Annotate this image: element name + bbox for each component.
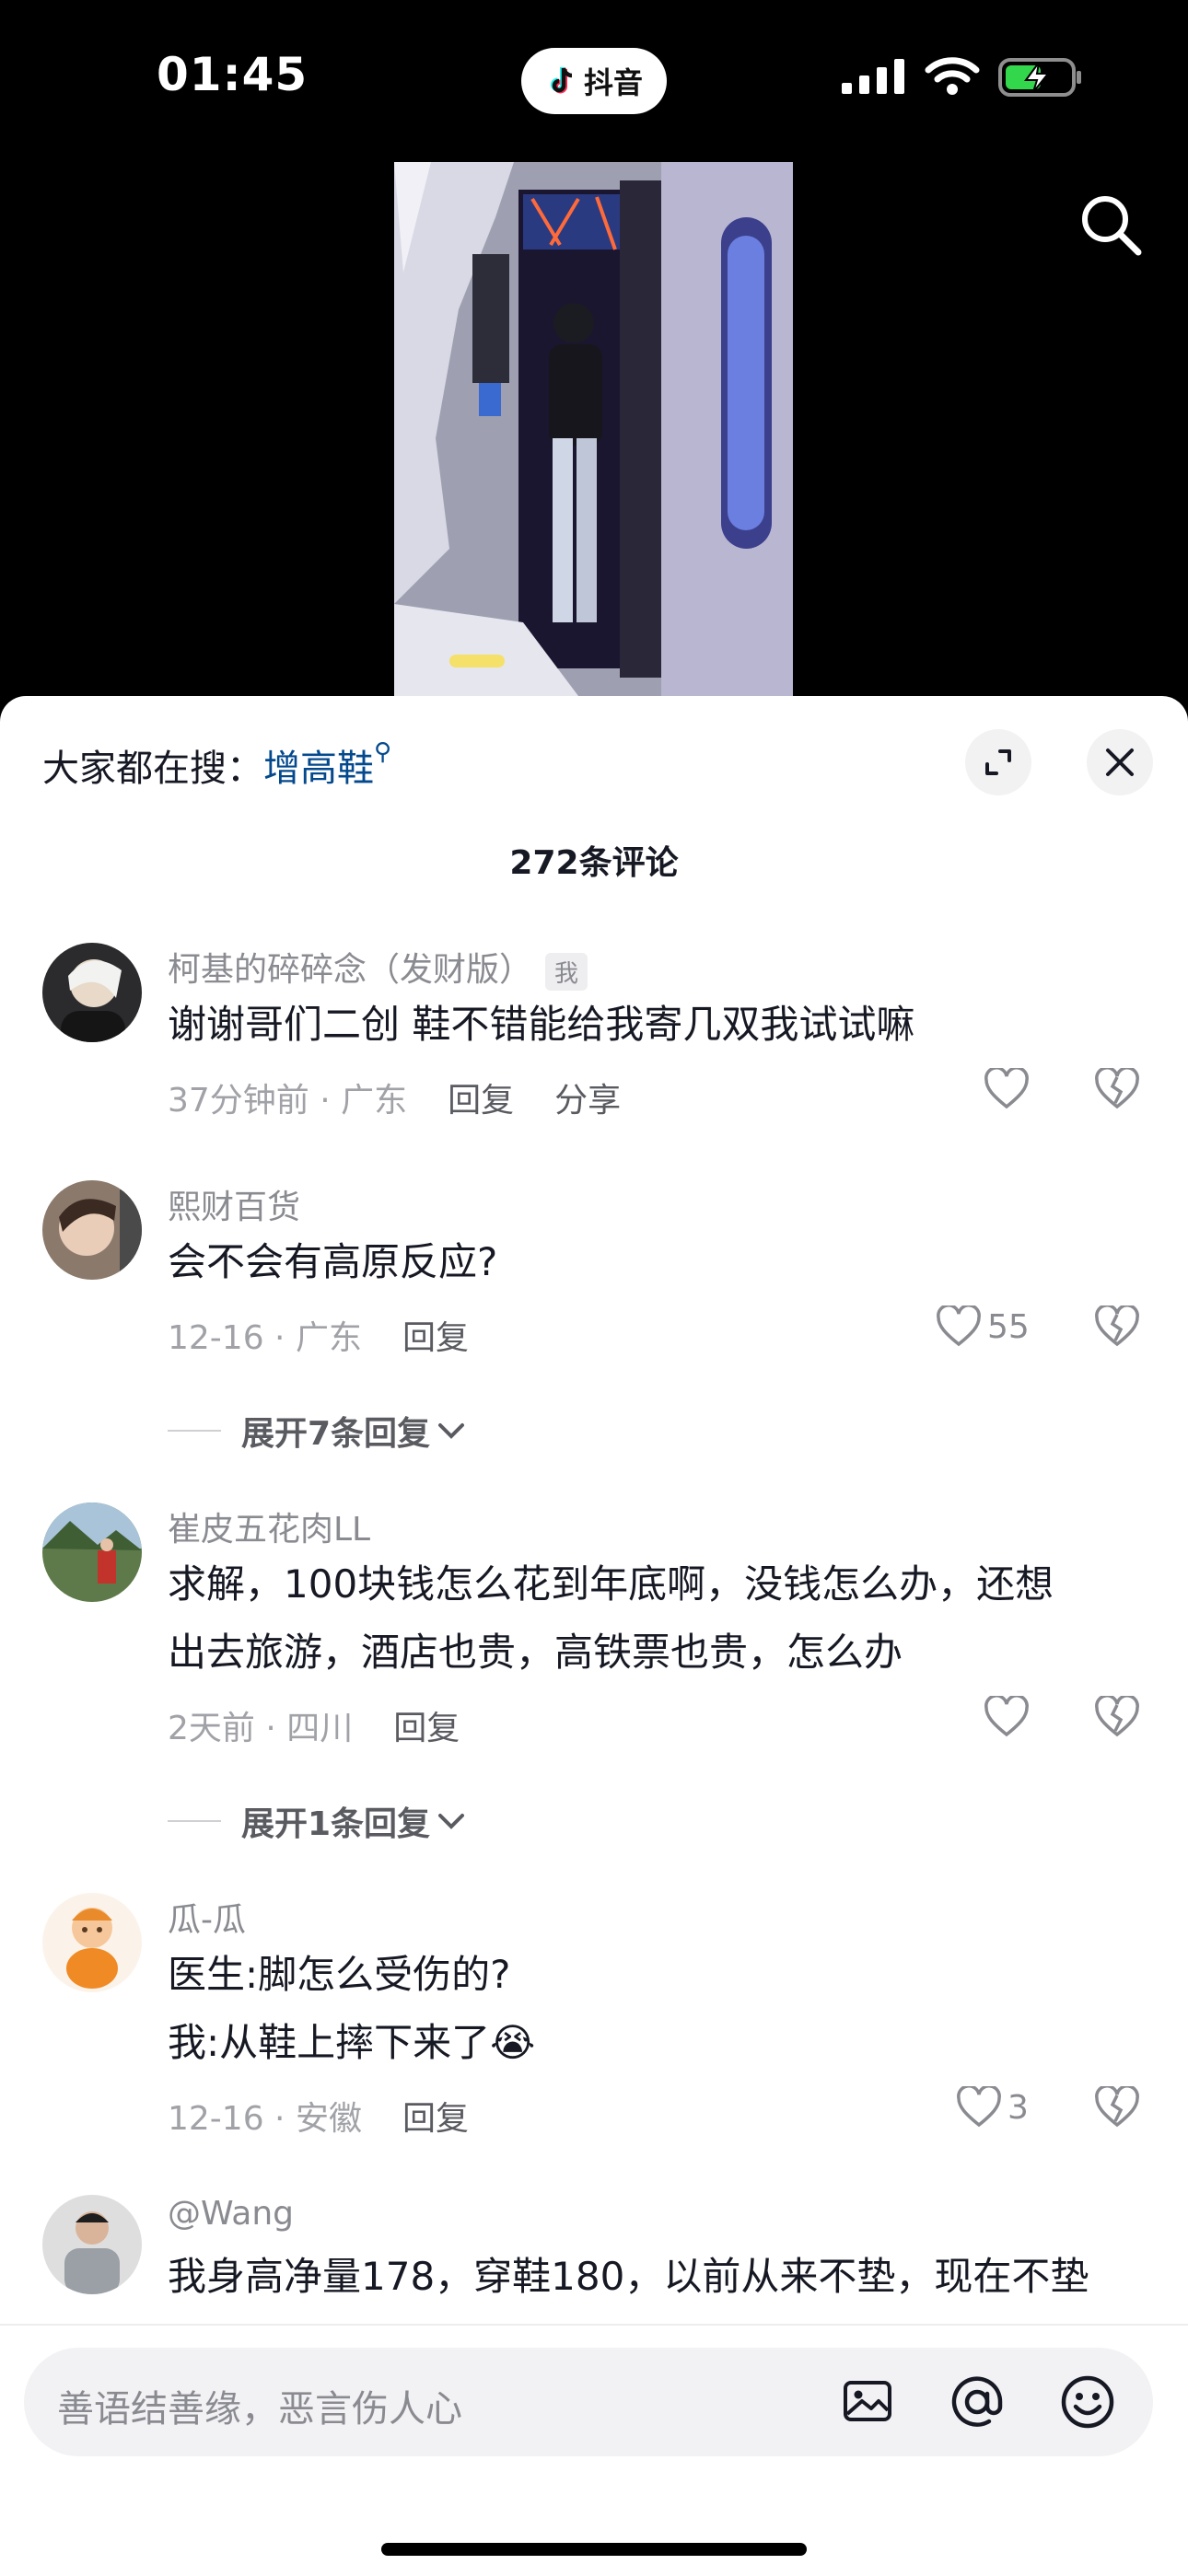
comment-sheet: 大家都在搜：增高鞋⚲ 272条评论 柯基的碎碎念（发财版）我 谢谢哥们二创 鞋不… <box>0 696 1188 2574</box>
battery-icon <box>998 58 1081 97</box>
comment-text: 医生:脚怎么受伤的? 我:从鞋上摔下来了😭 <box>168 1952 536 2065</box>
signal-icon <box>842 59 904 94</box>
expand-button[interactable] <box>965 729 1031 795</box>
chevron-down-icon <box>438 1423 465 1439</box>
status-time: 01:45 <box>157 48 309 101</box>
reply-button[interactable]: 回复 <box>402 1319 469 1357</box>
comment-username[interactable]: 柯基的碎碎念（发财版）我 <box>168 943 588 991</box>
dislike-icon[interactable] <box>1094 1696 1140 1738</box>
avatar[interactable] <box>42 1893 142 1992</box>
close-button[interactable] <box>1087 729 1153 795</box>
comment-meta: 2天前 · 四川 回复 <box>168 1701 460 1749</box>
expand-icon <box>985 749 1011 775</box>
expand-divider <box>168 1820 221 1822</box>
heart-icon <box>937 1305 981 1347</box>
comment-count: 272条评论 <box>509 844 679 882</box>
comment-meta: 37分钟前 · 广东 回复 分享 <box>168 1073 621 1121</box>
comment-username[interactable]: 熙财百货 <box>168 1180 300 1228</box>
comment-text: 谢谢哥们二创 鞋不错能给我寄几双我试试嘛 <box>168 1002 915 1047</box>
me-tag: 我 <box>545 952 588 991</box>
share-button[interactable]: 分享 <box>554 1082 621 1120</box>
suggestion-prefix: 大家都在搜： <box>42 748 263 790</box>
avatar[interactable] <box>42 1180 142 1280</box>
suggestion-keyword[interactable]: 增高鞋 <box>263 748 374 790</box>
video-scene <box>394 162 793 696</box>
comment-text: 我身高净量178，穿鞋180，以前从来不垫，现在不垫 <box>168 2254 1089 2299</box>
at-icon[interactable] <box>949 2373 1006 2431</box>
comment-text: 求解，100块钱怎么花到年底啊，没钱怎么办，还想 出去旅游，酒店也贵，高铁票也贵… <box>168 1561 1054 1675</box>
expand-replies-label: 展开1条回复 <box>241 1805 431 1843</box>
chevron-down-icon <box>438 1814 465 1829</box>
comment-time-location: 12-16 · 广东 <box>168 1319 362 1357</box>
image-icon[interactable] <box>840 2373 895 2429</box>
status-bar: 01:45 抖音 <box>0 0 1188 157</box>
tiktok-logo-icon <box>551 67 573 94</box>
close-icon <box>1106 748 1134 776</box>
app-pill-label: 抖音 <box>583 65 643 100</box>
comment-time-location: 12-16 · 安徽 <box>168 2100 362 2138</box>
home-indicator[interactable] <box>381 2543 807 2556</box>
expand-replies[interactable]: 展开1条回复 <box>168 1797 467 1845</box>
comment-username[interactable]: 瓜-瓜 <box>168 1893 246 1941</box>
comment-input-bar: 善语结善缘，恶言伤人心 <box>0 2324 1188 2576</box>
like-button[interactable] <box>984 1696 1030 1738</box>
comment-username[interactable]: @Wang <box>168 2195 294 2233</box>
dislike-icon[interactable] <box>1094 2086 1140 2129</box>
heart-icon <box>984 1068 1029 1109</box>
reply-button[interactable]: 回复 <box>402 2100 469 2138</box>
app-pill[interactable]: 抖音 <box>521 48 667 114</box>
comment-time-location: 37分钟前 · 广东 <box>168 1082 408 1120</box>
comment-username[interactable]: 崔皮五花肉LL <box>168 1503 370 1550</box>
like-button[interactable] <box>984 1068 1030 1110</box>
heart-icon <box>984 1696 1029 1737</box>
expand-replies-label: 展开7条回复 <box>241 1415 431 1453</box>
like-count: 55 <box>987 1307 1030 1346</box>
search-suggestion[interactable]: 大家都在搜：增高鞋⚲ <box>42 738 391 792</box>
expand-replies[interactable]: 展开7条回复 <box>168 1407 467 1455</box>
avatar[interactable] <box>42 2195 142 2294</box>
emoji-icon[interactable] <box>1059 2373 1116 2431</box>
like-count: 3 <box>1007 2088 1029 2127</box>
comment-input-placeholder: 善语结善缘，恶言伤人心 <box>57 2388 462 2431</box>
comment-meta: 12-16 · 安徽 回复 <box>168 2092 469 2140</box>
expand-divider <box>168 1430 221 1432</box>
search-icon[interactable] <box>1077 191 1144 258</box>
like-button[interactable]: 3 <box>956 2086 1029 2129</box>
avatar[interactable] <box>42 943 142 1042</box>
comment-time-location: 2天前 · 四川 <box>168 1710 354 1747</box>
heart-icon <box>957 2086 1001 2128</box>
comment-meta: 12-16 · 广东 回复 <box>168 1311 469 1359</box>
like-button[interactable]: 55 <box>936 1305 1030 1348</box>
comment-input[interactable]: 善语结善缘，恶言伤人心 <box>24 2348 1153 2456</box>
reply-button[interactable]: 回复 <box>393 1710 460 1747</box>
avatar[interactable] <box>42 1503 142 1602</box>
comment-text: 会不会有高原反应? <box>168 1239 498 1284</box>
reply-button[interactable]: 回复 <box>448 1082 514 1120</box>
wifi-icon <box>925 57 980 95</box>
video-frame[interactable] <box>394 162 793 696</box>
dislike-icon[interactable] <box>1094 1305 1140 1348</box>
dislike-icon[interactable] <box>1094 1068 1140 1110</box>
search-small-icon: ⚲ <box>374 738 392 766</box>
